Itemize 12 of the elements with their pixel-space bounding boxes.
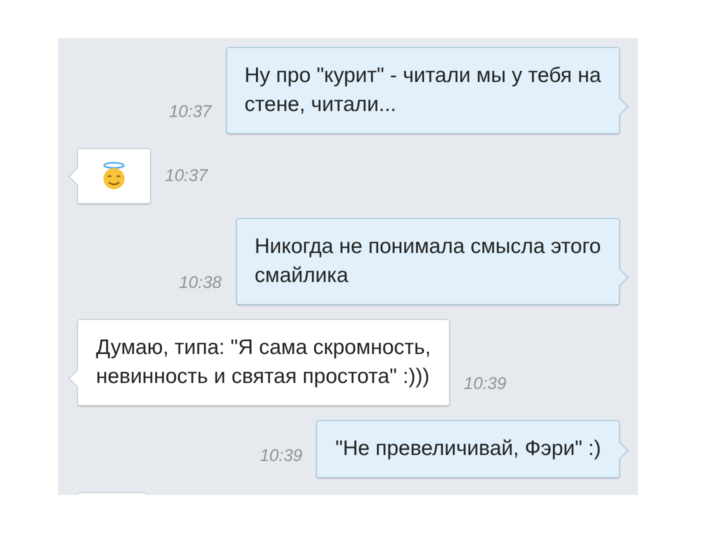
- message-text: невинность и святая простота" :))): [96, 364, 431, 390]
- message-time: 10:37: [168, 102, 212, 123]
- message-time: 10:37: [165, 166, 208, 186]
- message-time: 10:38: [179, 273, 222, 294]
- message-text: Ну про "курит" - читали мы у тебя на: [244, 63, 601, 89]
- message-text: "Не превеличивай, Фэри" :): [335, 436, 601, 462]
- message-text: стене, читали...: [244, 92, 398, 118]
- message-time: 10:39: [464, 374, 506, 395]
- message-text: Никогда не понимала смысла этого: [254, 234, 601, 260]
- message-text: Думаю, типа: "Я сама скромность,: [96, 335, 431, 361]
- message-time: 10:39: [260, 446, 302, 467]
- message-text: смайлика: [254, 263, 350, 289]
